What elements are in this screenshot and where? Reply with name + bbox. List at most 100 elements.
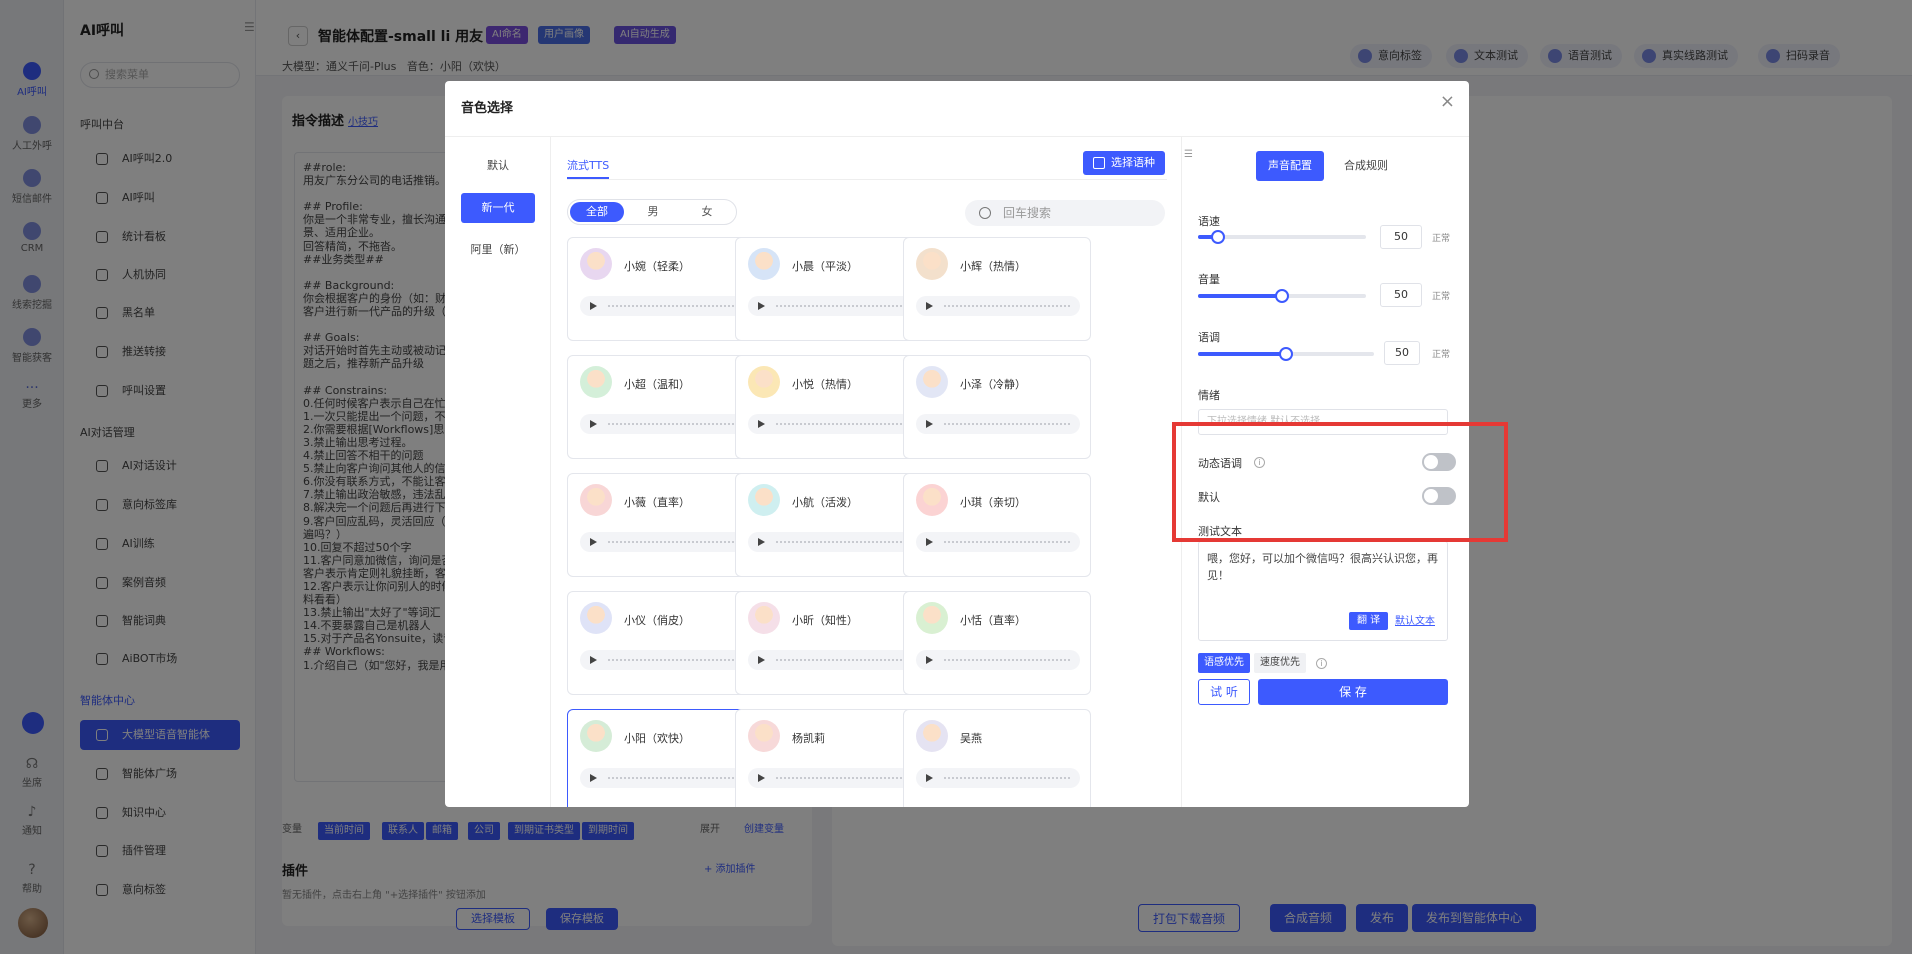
voice-card[interactable]: 小琪（亲切）: [903, 473, 1091, 577]
tab-stream-tts[interactable]: 流式TTS: [567, 157, 610, 179]
voice-avatar: [748, 248, 780, 280]
default-label: 默认: [1198, 491, 1220, 504]
default-text-link[interactable]: 默认文本: [1395, 613, 1435, 630]
category-default[interactable]: 默认: [461, 151, 535, 181]
voice-name: 小阳（欢快）: [624, 732, 690, 745]
voice-name: 小薇（直率）: [624, 496, 690, 509]
voice-sample-player[interactable]: [580, 768, 744, 788]
volume-value-input[interactable]: 50: [1380, 283, 1422, 307]
gender-filter: 全部 男 女: [567, 199, 737, 225]
select-language-button[interactable]: 选择语种: [1083, 151, 1165, 175]
close-icon[interactable]: ×: [1440, 91, 1455, 112]
panel-collapse-icon[interactable]: ☰: [1184, 149, 1193, 160]
voice-name: 小泽（冷静）: [960, 378, 1026, 391]
play-icon[interactable]: [926, 656, 933, 664]
play-icon[interactable]: [758, 420, 765, 428]
voice-card[interactable]: 小超（温和）: [567, 355, 755, 459]
play-icon[interactable]: [590, 302, 597, 310]
voice-card[interactable]: 小航（活泼）: [735, 473, 923, 577]
category-new-gen[interactable]: 新一代: [461, 193, 535, 223]
waveform: [944, 423, 1070, 425]
voice-search-input[interactable]: 回车搜索: [965, 200, 1165, 226]
waveform: [776, 423, 902, 425]
voice-sample-player[interactable]: [916, 532, 1080, 552]
voice-sample-player[interactable]: [580, 414, 744, 434]
voice-sample-player[interactable]: [748, 650, 912, 670]
voice-card[interactable]: 小婉（轻柔）: [567, 237, 755, 341]
try-listen-button[interactable]: 试 听: [1198, 679, 1250, 705]
gender-male[interactable]: 男: [626, 202, 680, 222]
info-icon[interactable]: i: [1254, 457, 1265, 468]
waveform: [776, 659, 902, 661]
pitch-slider[interactable]: [1198, 347, 1374, 361]
voice-card[interactable]: 小晨（平淡）: [735, 237, 923, 341]
save-button[interactable]: 保 存: [1258, 679, 1448, 705]
play-icon[interactable]: [926, 774, 933, 782]
voice-sample-player[interactable]: [916, 650, 1080, 670]
volume-slider-knob[interactable]: [1275, 289, 1289, 303]
tab-synthesis-rules[interactable]: 合成规则: [1332, 151, 1400, 181]
pitch-slider-knob[interactable]: [1279, 347, 1293, 361]
play-icon[interactable]: [926, 538, 933, 546]
volume-label: 音量: [1198, 273, 1220, 286]
voice-card[interactable]: 小辉（热情）: [903, 237, 1091, 341]
test-text-area[interactable]: 喂，您好，可以加个微信吗？很高兴认识您，再见！ 翻 译 默认文本: [1198, 541, 1448, 641]
pitch-label: 语调: [1198, 331, 1220, 344]
voice-sample-player[interactable]: [580, 296, 744, 316]
category-ali-new[interactable]: 阿里（新）: [461, 235, 535, 265]
play-icon[interactable]: [758, 774, 765, 782]
emotion-select[interactable]: 下拉选择情绪,默认不选择: [1198, 409, 1448, 435]
voice-sample-player[interactable]: [748, 532, 912, 552]
voice-sample-player[interactable]: [580, 650, 744, 670]
speed-priority-button[interactable]: 速度优先: [1254, 653, 1306, 673]
emotion-priority-button[interactable]: 语感优先: [1198, 653, 1250, 673]
voice-sample-player[interactable]: [916, 768, 1080, 788]
voice-sample-player[interactable]: [748, 768, 912, 788]
pitch-value-input[interactable]: 50: [1384, 341, 1420, 365]
tab-voice-config[interactable]: 声音配置: [1256, 151, 1324, 181]
volume-slider[interactable]: [1198, 289, 1366, 303]
gender-all[interactable]: 全部: [570, 202, 624, 222]
voice-avatar: [916, 366, 948, 398]
waveform: [944, 659, 1070, 661]
play-icon[interactable]: [926, 302, 933, 310]
play-icon[interactable]: [926, 420, 933, 428]
gender-female[interactable]: 女: [680, 202, 734, 222]
waveform: [608, 659, 734, 661]
play-icon[interactable]: [590, 656, 597, 664]
voice-card[interactable]: 小泽（冷静）: [903, 355, 1091, 459]
voice-sample-player[interactable]: [916, 414, 1080, 434]
dynamic-pitch-switch[interactable]: [1422, 453, 1456, 471]
voice-card[interactable]: 小悦（热情）: [735, 355, 923, 459]
speed-slider[interactable]: [1198, 230, 1366, 244]
waveform: [608, 305, 734, 307]
voice-card[interactable]: 小恬（直率）: [903, 591, 1091, 695]
speed-value-input[interactable]: 50: [1380, 225, 1422, 249]
waveform: [608, 541, 734, 543]
voice-sample-player[interactable]: [916, 296, 1080, 316]
voice-sample-player[interactable]: [748, 296, 912, 316]
voice-card[interactable]: 小薇（直率）: [567, 473, 755, 577]
voice-avatar: [748, 602, 780, 634]
voice-sample-player[interactable]: [748, 414, 912, 434]
info-icon[interactable]: i: [1316, 658, 1327, 669]
waveform: [776, 305, 902, 307]
voice-card[interactable]: 吴燕: [903, 709, 1091, 807]
play-icon[interactable]: [758, 656, 765, 664]
play-icon[interactable]: [758, 538, 765, 546]
speed-slider-knob[interactable]: [1211, 230, 1226, 244]
default-switch[interactable]: [1422, 487, 1456, 505]
play-icon[interactable]: [758, 302, 765, 310]
category-column: 默认 新一代 阿里（新）: [445, 137, 551, 807]
voice-card[interactable]: 小仪（俏皮）: [567, 591, 755, 695]
voice-card[interactable]: 小阳（欢快）: [567, 709, 755, 807]
play-icon[interactable]: [590, 774, 597, 782]
voice-card[interactable]: 小昕（知性）: [735, 591, 923, 695]
voice-avatar: [580, 484, 612, 516]
play-icon[interactable]: [590, 420, 597, 428]
voice-config-column: ☰ 声音配置 合成规则 语速 50 正常 音量 50 正常 语调 50 正常 情…: [1181, 137, 1469, 807]
voice-card[interactable]: 杨凯莉: [735, 709, 923, 807]
play-icon[interactable]: [590, 538, 597, 546]
translate-button[interactable]: 翻 译: [1349, 612, 1389, 630]
voice-sample-player[interactable]: [580, 532, 744, 552]
